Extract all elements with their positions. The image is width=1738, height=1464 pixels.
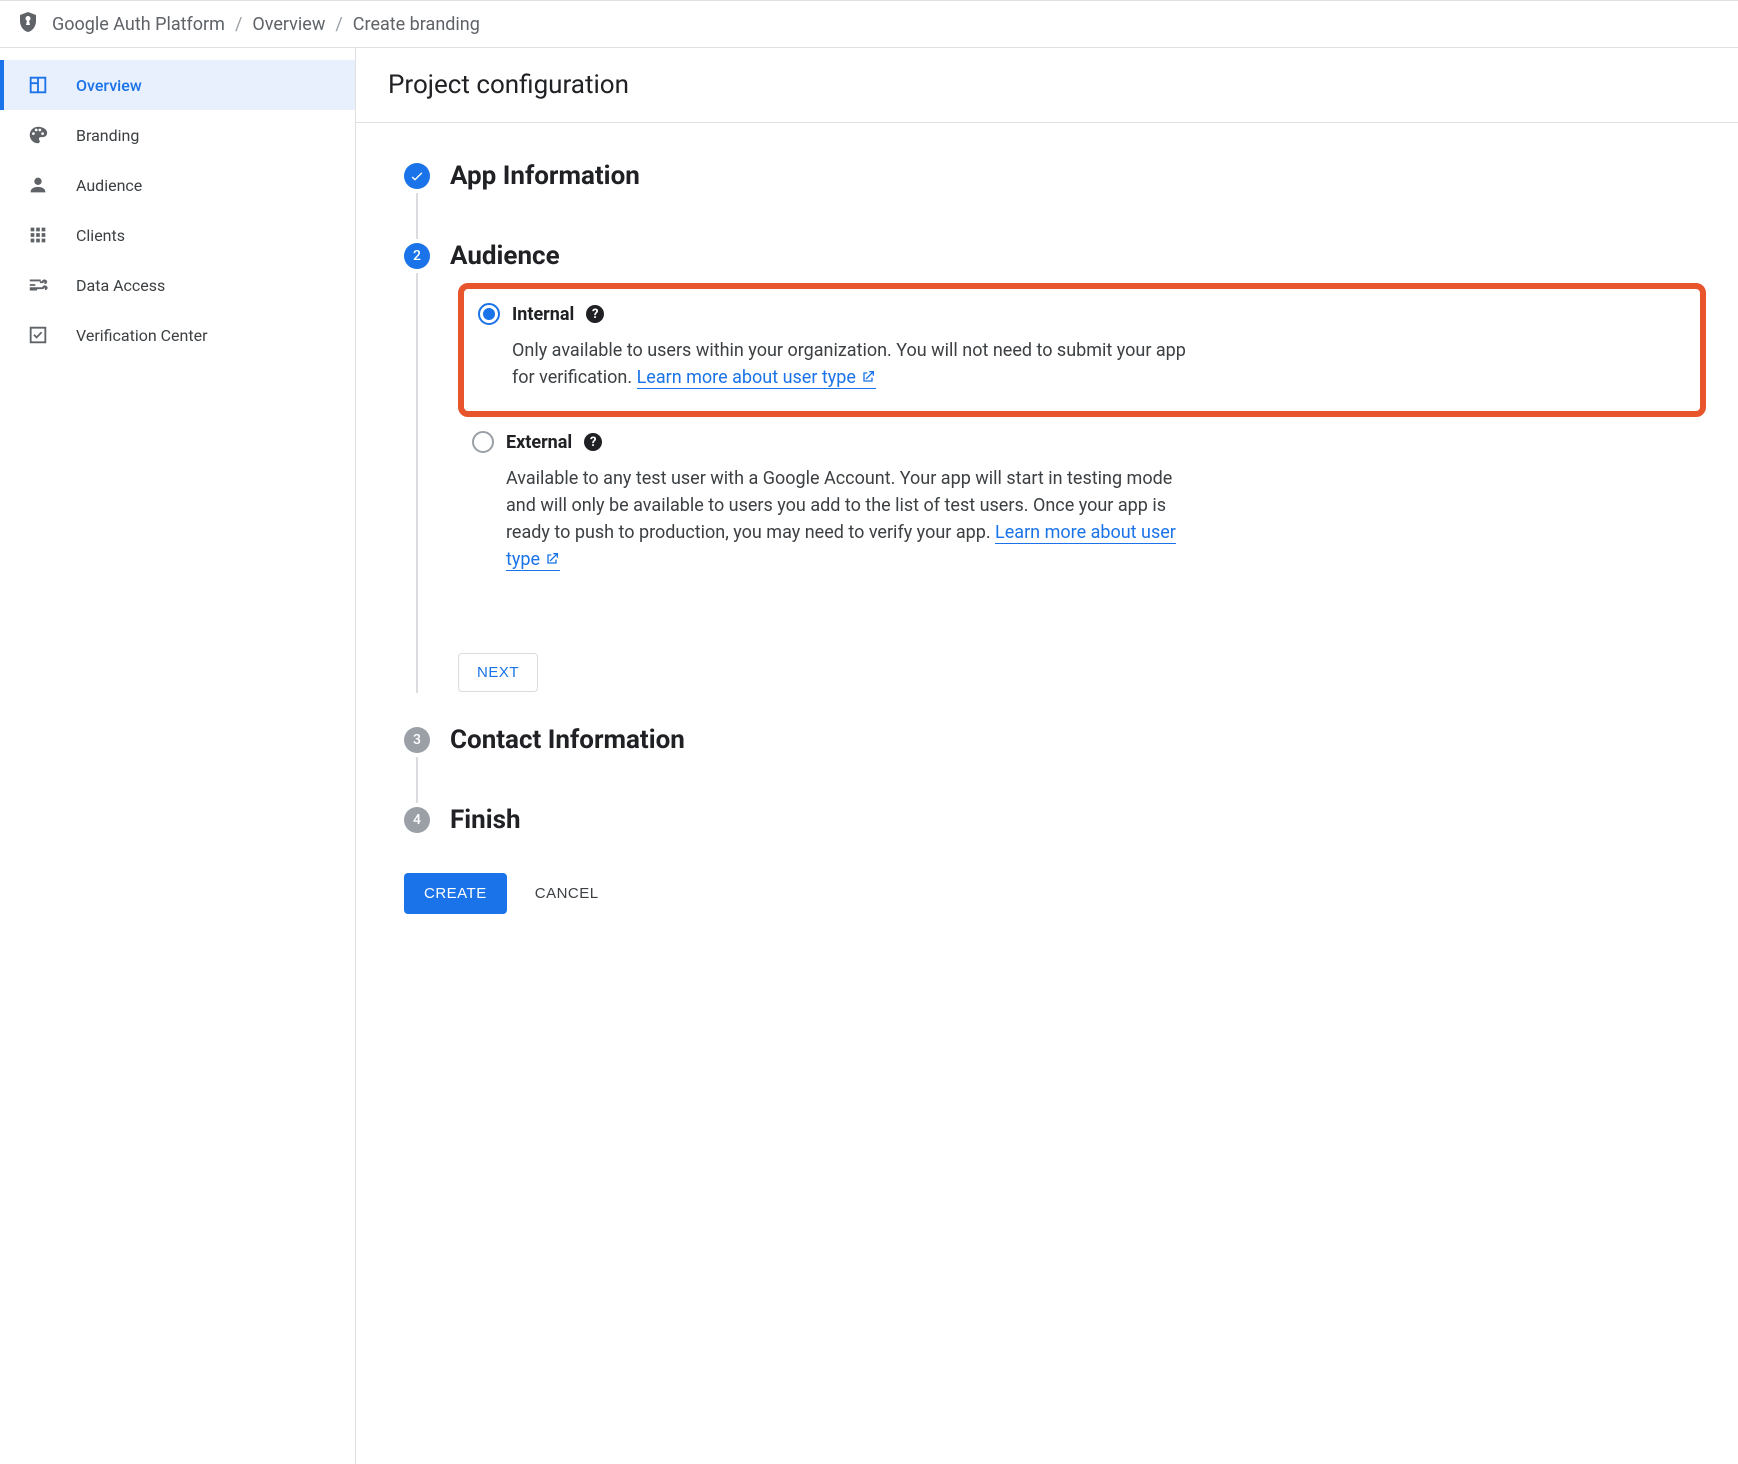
sidebar: Overview Branding Audience Clients Data … bbox=[0, 48, 356, 1464]
breadcrumb: Google Auth Platform / Overview / Create… bbox=[52, 14, 480, 35]
step-title: Audience bbox=[450, 243, 1706, 269]
grid-icon bbox=[24, 224, 52, 246]
learn-more-text: Learn more about user type bbox=[637, 367, 856, 388]
footer-actions: CREATE CANCEL bbox=[404, 873, 1706, 914]
step-title[interactable]: Finish bbox=[450, 807, 1706, 833]
radio-external[interactable] bbox=[472, 431, 494, 453]
breadcrumb-sep-icon: / bbox=[235, 14, 242, 35]
option-internal[interactable]: Internal ? Only available to users withi… bbox=[458, 283, 1706, 417]
option-description: Available to any test user with a Google… bbox=[506, 465, 1186, 575]
breadcrumb-product[interactable]: Google Auth Platform bbox=[52, 14, 225, 35]
check-square-icon bbox=[24, 324, 52, 346]
next-button[interactable]: NEXT bbox=[458, 653, 538, 692]
step-contact-information: 3 Contact Information bbox=[404, 727, 1706, 803]
radio-internal[interactable] bbox=[478, 303, 500, 325]
breadcrumb-page[interactable]: Create branding bbox=[353, 14, 480, 35]
page-title: Project configuration bbox=[356, 48, 1738, 123]
external-link-icon bbox=[860, 366, 876, 393]
learn-more-link[interactable]: Learn more about user type bbox=[637, 367, 876, 389]
step-finish: 4 Finish bbox=[404, 807, 1706, 833]
step-connector bbox=[416, 757, 418, 803]
breadcrumb-sep-icon: / bbox=[335, 14, 342, 35]
sidebar-item-label: Branding bbox=[76, 126, 139, 145]
option-external[interactable]: External ? Available to any test user wi… bbox=[458, 417, 1706, 593]
create-button[interactable]: CREATE bbox=[404, 873, 507, 914]
shield-icon bbox=[16, 10, 40, 38]
step-number-badge: 4 bbox=[404, 807, 430, 833]
overview-icon bbox=[24, 74, 52, 96]
option-label: Internal bbox=[512, 304, 574, 325]
sidebar-item-label: Clients bbox=[76, 226, 125, 245]
step-title[interactable]: Contact Information bbox=[450, 727, 1706, 753]
cancel-button[interactable]: CANCEL bbox=[535, 885, 599, 902]
sidebar-item-label: Audience bbox=[76, 176, 142, 195]
sidebar-item-audience[interactable]: Audience bbox=[0, 160, 355, 210]
option-label: External bbox=[506, 432, 572, 453]
sliders-icon bbox=[24, 274, 52, 296]
step-title[interactable]: App Information bbox=[450, 163, 1706, 189]
sidebar-item-verification-center[interactable]: Verification Center bbox=[0, 310, 355, 360]
help-icon[interactable]: ? bbox=[586, 305, 604, 323]
step-audience: 2 Audience Internal ? bbox=[404, 243, 1706, 693]
breadcrumb-section[interactable]: Overview bbox=[252, 14, 325, 35]
external-link-icon bbox=[544, 548, 560, 575]
step-number-badge: 2 bbox=[404, 243, 430, 269]
help-icon[interactable]: ? bbox=[584, 433, 602, 451]
sidebar-item-overview[interactable]: Overview bbox=[0, 60, 355, 110]
sidebar-item-data-access[interactable]: Data Access bbox=[0, 260, 355, 310]
sidebar-item-label: Verification Center bbox=[76, 326, 208, 345]
topbar: Google Auth Platform / Overview / Create… bbox=[0, 0, 1738, 48]
step-number-badge: 3 bbox=[404, 727, 430, 753]
step-connector bbox=[416, 273, 418, 693]
check-icon bbox=[404, 163, 430, 189]
sidebar-item-label: Data Access bbox=[76, 276, 165, 295]
sidebar-item-clients[interactable]: Clients bbox=[0, 210, 355, 260]
main: Project configuration App Information 2 bbox=[356, 48, 1738, 1464]
sidebar-item-branding[interactable]: Branding bbox=[0, 110, 355, 160]
sidebar-item-label: Overview bbox=[76, 76, 142, 95]
palette-icon bbox=[24, 124, 52, 146]
person-icon bbox=[24, 174, 52, 196]
option-description: Only available to users within your orga… bbox=[512, 337, 1192, 393]
step-app-information: App Information bbox=[404, 163, 1706, 239]
step-connector bbox=[416, 193, 418, 239]
